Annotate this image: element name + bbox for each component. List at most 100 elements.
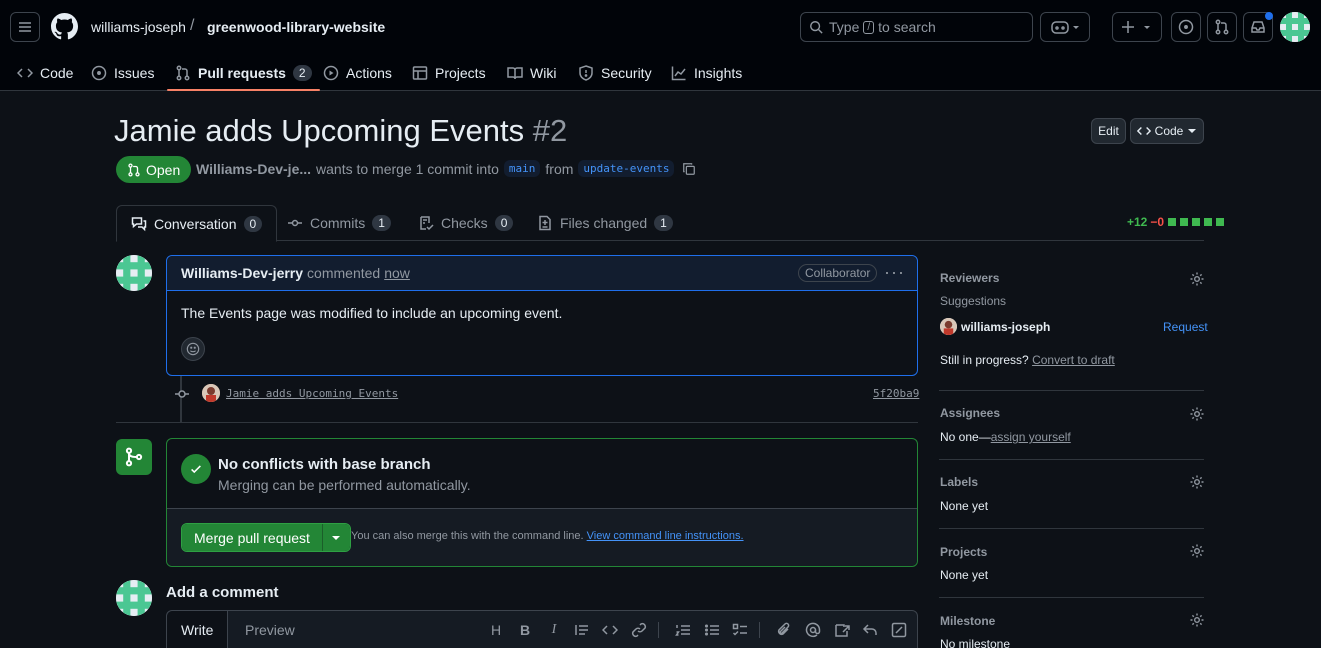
copilot-button[interactable]: [1040, 12, 1090, 42]
heading-button[interactable]: H: [485, 620, 507, 640]
merge-actions: Merge pull request You can also merge th…: [167, 509, 917, 566]
assignees-settings[interactable]: [1189, 406, 1205, 422]
pr-tabs: Conversation 0 Commits 1 Checks 0 Files …: [116, 205, 1204, 242]
pr-number: #2: [532, 113, 568, 148]
request-review-button[interactable]: Request: [1163, 320, 1208, 334]
tab-insights[interactable]: Insights: [671, 55, 742, 91]
checks-count: 0: [494, 215, 514, 231]
mention-icon: [805, 622, 821, 638]
reply-icon: [862, 624, 877, 635]
tab-issues-label: Issues: [114, 65, 155, 81]
tab-files-changed-label: Files changed: [560, 215, 648, 231]
labels-settings[interactable]: [1189, 474, 1205, 490]
menu-button[interactable]: [10, 12, 40, 42]
milestone-heading[interactable]: Milestone: [940, 614, 995, 628]
italic-button[interactable]: I: [543, 620, 565, 640]
pr-author-link[interactable]: Williams-Dev-je...: [196, 161, 311, 177]
commit-author-avatar[interactable]: [202, 384, 220, 402]
reviewers-settings[interactable]: [1189, 271, 1205, 287]
pull-requests-button[interactable]: [1207, 12, 1237, 42]
sidebar-divider: [939, 459, 1204, 460]
merge-method-dropdown[interactable]: [321, 524, 350, 551]
convert-to-draft-link[interactable]: Convert to draft: [1032, 353, 1115, 367]
tab-issues[interactable]: Issues: [91, 55, 154, 91]
comment-author-link[interactable]: Williams-Dev-jerry: [181, 265, 303, 281]
assign-yourself-link[interactable]: assign yourself: [991, 430, 1071, 444]
plus-icon: [1122, 21, 1150, 33]
link-button[interactable]: [628, 620, 650, 640]
cross-reference-icon: [835, 624, 850, 637]
saved-replies-button[interactable]: [859, 620, 881, 640]
merge-pull-request-button[interactable]: Merge pull request: [182, 524, 322, 551]
tab-actions[interactable]: Actions: [323, 55, 392, 91]
tab-code[interactable]: Code: [17, 55, 73, 91]
pull-request-icon: [128, 162, 140, 177]
github-logo[interactable]: [51, 13, 78, 43]
file-diff-icon: [539, 215, 551, 231]
assignees-heading[interactable]: Assignees: [940, 406, 1000, 420]
reference-button[interactable]: [831, 620, 853, 640]
ordered-list-button[interactable]: [672, 620, 694, 640]
edit-title-button[interactable]: Edit: [1091, 118, 1126, 144]
projects-heading[interactable]: Projects: [940, 545, 987, 559]
user-avatar[interactable]: [1280, 12, 1310, 42]
commit-sha-link[interactable]: 5f20ba9: [873, 387, 919, 400]
head-branch[interactable]: update-events: [578, 160, 675, 177]
tab-security[interactable]: Security: [578, 55, 652, 91]
tab-preview[interactable]: Preview: [231, 611, 309, 648]
tab-write[interactable]: Write: [167, 611, 229, 648]
labels-heading[interactable]: Labels: [940, 475, 978, 489]
book-icon: [507, 67, 523, 80]
tab-wiki[interactable]: Wiki: [507, 55, 556, 91]
pr-merge-text: wants to merge 1 commit into: [316, 160, 499, 177]
list-unordered-icon: [704, 624, 719, 636]
labels-value: None yet: [940, 499, 989, 513]
current-user-avatar[interactable]: [116, 580, 152, 616]
merge-status: No conflicts with base branch Merging ca…: [167, 439, 917, 509]
merge-button-group: Merge pull request: [181, 523, 351, 552]
comment-timestamp[interactable]: now: [384, 265, 410, 281]
command-line-instructions-link[interactable]: View command line instructions.: [587, 530, 744, 542]
draft-prompt: Still in progress? Convert to draft: [940, 353, 1115, 367]
commit-message-link[interactable]: Jamie adds Upcoming Events: [226, 387, 398, 400]
issues-button[interactable]: [1171, 12, 1201, 42]
diff-block: [1192, 218, 1201, 226]
reviewers-heading[interactable]: Reviewers: [940, 271, 999, 285]
toolbar-separator: [658, 622, 659, 638]
code-dropdown-button[interactable]: Code: [1130, 118, 1204, 144]
path-separator: /: [190, 17, 195, 34]
task-list-button[interactable]: [729, 620, 751, 640]
unordered-list-button[interactable]: [701, 620, 723, 640]
git-commit-icon: [175, 390, 189, 398]
create-new-button[interactable]: [1112, 12, 1162, 42]
draft-prompt-text: Still in progress?: [940, 353, 1029, 367]
base-branch[interactable]: main: [503, 160, 541, 177]
quote-button[interactable]: [571, 620, 593, 640]
add-reaction-button[interactable]: [181, 337, 205, 361]
timeline-commit: Jamie adds Upcoming Events 5f20ba9: [174, 384, 919, 404]
tab-commits[interactable]: Commits 1: [273, 205, 405, 241]
tasklist-icon: [732, 623, 747, 636]
tab-conversation[interactable]: Conversation 0: [116, 205, 278, 242]
tab-pull-requests[interactable]: Pull requests 2: [167, 55, 320, 91]
collaborator-badge: Collaborator: [798, 264, 878, 282]
mention-button[interactable]: [802, 620, 824, 640]
search-input[interactable]: Type / to search: [800, 12, 1033, 42]
inbox-icon: [1251, 21, 1265, 33]
slash-commands-button[interactable]: [888, 620, 910, 640]
copy-icon[interactable]: [682, 162, 696, 176]
diff-block: [1180, 218, 1189, 226]
comment-author-avatar[interactable]: [116, 255, 152, 291]
pull-request-icon: [176, 65, 190, 81]
repo-owner-link[interactable]: williams-joseph: [91, 19, 186, 35]
milestone-settings[interactable]: [1189, 612, 1205, 628]
tab-files-changed[interactable]: Files changed 1: [523, 205, 687, 241]
repo-name-link[interactable]: greenwood-library-website: [207, 19, 385, 35]
tab-projects[interactable]: Projects: [412, 55, 486, 91]
attach-file-button[interactable]: [773, 620, 795, 640]
code-button[interactable]: [599, 620, 621, 640]
comment-options-button[interactable]: ···: [884, 262, 905, 283]
projects-settings[interactable]: [1189, 543, 1205, 559]
bold-button[interactable]: B: [514, 620, 536, 640]
tab-checks[interactable]: Checks 0: [404, 205, 527, 241]
